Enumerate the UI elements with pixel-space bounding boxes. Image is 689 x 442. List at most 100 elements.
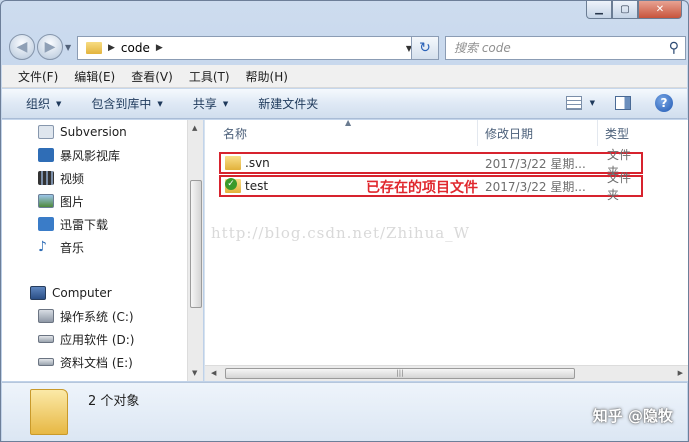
column-date-label: 修改日期 bbox=[485, 126, 534, 141]
chevron-right-icon[interactable]: ▶ bbox=[156, 43, 163, 53]
annotation-label: 已存在的项目文件 bbox=[366, 180, 478, 196]
music-icon: ♪ bbox=[38, 239, 47, 255]
nav-item-label: 视频 bbox=[60, 171, 85, 186]
organize-button[interactable]: 组织 ▼ bbox=[26, 95, 61, 112]
menu-edit[interactable]: 编辑(E) bbox=[74, 68, 115, 85]
nav-item-computer[interactable]: Computer bbox=[30, 283, 112, 303]
nav-item-subversion[interactable]: Subversion bbox=[38, 122, 127, 142]
nav-item-label: Computer bbox=[52, 286, 112, 300]
command-bar: 组织 ▼ 包含到库中 ▼ 共享 ▼ 新建文件夹 ▼ ? bbox=[2, 89, 687, 119]
share-label: 共享 bbox=[192, 97, 217, 111]
menu-help[interactable]: 帮助(H) bbox=[246, 68, 288, 85]
nav-item-videos[interactable]: 视频 bbox=[38, 168, 84, 188]
scroll-down-icon[interactable]: ▼ bbox=[192, 369, 197, 377]
brand-watermark: 知乎 @隐牧 bbox=[592, 407, 673, 425]
nav-item-label: 应用软件 (D:) bbox=[60, 332, 135, 347]
caption-buttons: ▁ ▢ ✕ bbox=[586, 1, 682, 19]
maximize-button[interactable]: ▢ bbox=[612, 1, 638, 19]
column-name-label: 名称 bbox=[223, 126, 248, 141]
scrollbar-thumb[interactable] bbox=[190, 180, 202, 308]
column-divider[interactable] bbox=[477, 120, 478, 146]
nav-pane-scrollbar[interactable]: ▲ ▼ bbox=[187, 120, 203, 381]
blog-watermark: http://blog.csdn.net/Zhihua_W bbox=[211, 224, 471, 242]
close-button[interactable]: ✕ bbox=[638, 1, 682, 19]
minimize-button[interactable]: ▁ bbox=[586, 1, 612, 19]
file-date: 2017/3/22 星期... bbox=[485, 156, 586, 171]
file-date: 2017/3/22 星期... bbox=[485, 179, 586, 194]
dropdown-arrow-icon: ▼ bbox=[222, 99, 229, 108]
file-pane-hscrollbar[interactable]: ◀ ||| ▶ bbox=[205, 365, 688, 381]
scroll-up-icon[interactable]: ▲ bbox=[192, 124, 197, 132]
include-in-library-button[interactable]: 包含到库中 ▼ bbox=[91, 95, 162, 112]
computer-icon bbox=[30, 286, 46, 300]
organize-label: 组织 bbox=[26, 97, 51, 111]
back-button[interactable]: ◀ bbox=[9, 34, 35, 60]
search-box[interactable]: ⚲ bbox=[445, 36, 686, 60]
nav-item-label: 图片 bbox=[60, 194, 85, 209]
help-icon[interactable]: ? bbox=[655, 94, 673, 112]
drive-icon bbox=[38, 358, 54, 366]
new-folder-label: 新建文件夹 bbox=[258, 97, 319, 111]
menu-tools[interactable]: 工具(T) bbox=[189, 68, 230, 85]
nav-item-label: 音乐 bbox=[60, 240, 85, 255]
column-divider[interactable] bbox=[597, 120, 598, 146]
refresh-button[interactable]: ↻ bbox=[411, 36, 439, 60]
nav-item-downloads[interactable]: 迅雷下载 bbox=[38, 214, 108, 234]
navigation-pane: Subversion 暴风影视库 视频 图片 迅雷下载 ♪ 音乐 Compute… bbox=[2, 120, 203, 381]
file-type: 文件夹 bbox=[607, 171, 632, 202]
nav-item-music[interactable]: ♪ 音乐 bbox=[38, 237, 84, 257]
menu-file[interactable]: 文件(F) bbox=[18, 68, 58, 85]
svn-folder-icon bbox=[225, 178, 241, 193]
include-library-label: 包含到库中 bbox=[91, 97, 152, 111]
breadcrumb-code[interactable]: code bbox=[121, 41, 150, 55]
nav-item-video-library[interactable]: 暴风影视库 bbox=[38, 145, 120, 165]
column-header-type[interactable]: 类型 bbox=[599, 120, 629, 146]
picture-icon bbox=[38, 194, 54, 208]
explorer-window: ▁ ▢ ✕ ◀ ▶ ▼ ▶ code ▶ ▼ ↻ ⚲ 文件(F) 编辑(E) 查… bbox=[0, 0, 689, 442]
nav-item-label: 资料文档 (E:) bbox=[60, 355, 133, 370]
menu-view[interactable]: 查看(V) bbox=[131, 68, 173, 85]
nav-item-label: 迅雷下载 bbox=[60, 217, 109, 232]
column-type-label: 类型 bbox=[605, 126, 630, 141]
toolbar-right: ▼ ? bbox=[565, 94, 673, 112]
folder-icon bbox=[225, 156, 241, 170]
navigation-row: ◀ ▶ ▼ ▶ code ▶ ▼ ↻ ⚲ bbox=[7, 31, 686, 61]
scrollbar-thumb[interactable]: ||| bbox=[225, 368, 575, 379]
recent-pages-dropdown[interactable]: ▼ bbox=[65, 43, 71, 52]
nav-item-drive-e[interactable]: 资料文档 (E:) bbox=[38, 352, 133, 372]
video-library-icon bbox=[38, 148, 54, 162]
file-name: test bbox=[245, 179, 269, 193]
share-button[interactable]: 共享 ▼ bbox=[193, 95, 228, 112]
nav-item-label: Subversion bbox=[60, 125, 127, 139]
details-pane: 2 个对象 知乎 @隐牧 bbox=[2, 382, 687, 441]
nav-item-drive-c[interactable]: 操作系统 (C:) bbox=[38, 306, 134, 326]
sort-ascending-icon: ▲ bbox=[345, 118, 352, 127]
file-row-svn[interactable]: .svn 2017/3/22 星期... 文件夹 bbox=[219, 148, 643, 179]
drive-icon bbox=[38, 335, 54, 343]
file-list-pane: 名称 ▲ 修改日期 类型 http://blog.csdn.net/Zhihua… bbox=[204, 118, 688, 381]
forward-button[interactable]: ▶ bbox=[37, 34, 63, 60]
file-name: .svn bbox=[245, 156, 270, 170]
scroll-left-icon[interactable]: ◀ bbox=[211, 369, 216, 377]
nav-item-drive-d[interactable]: 应用软件 (D:) bbox=[38, 329, 134, 349]
scroll-right-icon[interactable]: ▶ bbox=[678, 369, 683, 377]
view-options-icon[interactable] bbox=[565, 96, 582, 110]
menu-bar: 文件(F) 编辑(E) 查看(V) 工具(T) 帮助(H) bbox=[2, 65, 687, 88]
search-input[interactable] bbox=[454, 41, 654, 55]
item-count: 2 个对象 bbox=[88, 394, 140, 409]
view-dropdown-icon[interactable]: ▼ bbox=[590, 99, 595, 107]
nav-item-pictures[interactable]: 图片 bbox=[38, 191, 84, 211]
chevron-right-icon[interactable]: ▶ bbox=[108, 43, 115, 53]
search-icon[interactable]: ⚲ bbox=[669, 40, 679, 56]
preview-pane-icon[interactable] bbox=[615, 96, 631, 110]
address-bar[interactable]: ▶ code ▶ ▼ bbox=[77, 36, 417, 60]
folder-icon bbox=[86, 42, 102, 54]
new-folder-button[interactable]: 新建文件夹 bbox=[258, 95, 318, 112]
column-header-name[interactable]: 名称 bbox=[217, 120, 247, 146]
download-icon bbox=[38, 217, 54, 231]
nav-item-label: 操作系统 (C:) bbox=[60, 309, 134, 324]
nav-item-label: 暴风影视库 bbox=[60, 148, 121, 163]
video-icon bbox=[38, 171, 54, 185]
dropdown-arrow-icon: ▼ bbox=[157, 99, 163, 108]
column-header-date[interactable]: 修改日期 bbox=[479, 120, 533, 146]
